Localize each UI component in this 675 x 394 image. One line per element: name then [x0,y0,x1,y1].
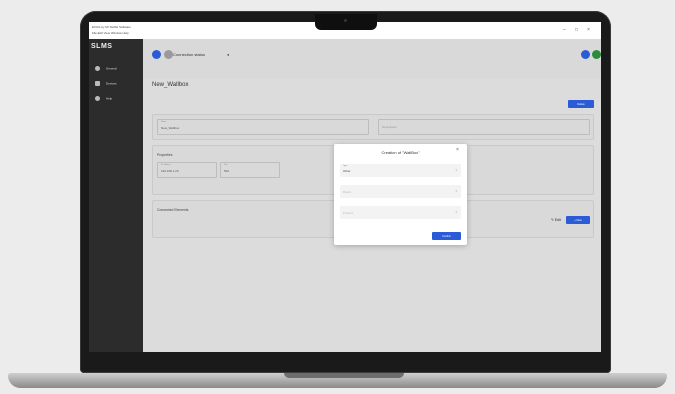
port-field[interactable]: Port 502 [220,162,280,178]
status-dot: ● [227,52,230,57]
sidebar-item-devices[interactable]: Devices [95,81,117,86]
brand-select[interactable]: Brand ▾ [340,185,461,198]
sidebar-item-general[interactable]: General [95,66,117,71]
grid-icon [95,81,100,86]
sidebar: SLMS General Devices Help [89,39,143,352]
product-select[interactable]: Product ▾ [340,206,461,219]
sidebar-item-label: Help [106,96,113,101]
sidebar-item-label: Devices [106,81,117,86]
new-button[interactable]: + New [566,216,590,224]
window-title: EVCG by Mr Stoffel Software [92,25,131,29]
properties-label: Properties [157,153,173,157]
camera-notch [315,14,377,30]
description-field[interactable]: Description [378,119,590,135]
top-bar: Connection status ● [143,39,601,79]
type-select[interactable]: Type Other ▾ [340,164,461,177]
name-field[interactable]: Name New_Wallbox [157,119,369,135]
dialog-title: Creation of "WallBox" [381,150,420,155]
menu-bar[interactable]: File Edit View Window Help [92,31,129,35]
main-content: Connection status ● New_Wallbox Delete N… [143,39,601,352]
connection-button[interactable] [592,50,601,59]
close-icon[interactable]: × [587,27,590,33]
refresh-button[interactable] [164,50,173,59]
sidebar-item-help[interactable]: Help [95,96,112,101]
minimize-icon[interactable]: – [563,27,566,33]
back-button[interactable] [152,50,161,59]
dialog-close-icon[interactable]: × [456,147,459,153]
page-title: New_Wallbox [152,82,189,88]
connected-elements-label: Connected Elements [157,208,189,212]
chevron-down-icon: ▾ [455,210,457,214]
chevron-down-icon: ▾ [455,189,457,193]
sidebar-item-label: General [106,66,117,71]
help-icon [95,96,100,101]
gear-icon [95,66,100,71]
confirm-button[interactable]: Confirm [432,232,461,240]
connection-status-label: Connection status [173,52,206,57]
maximize-icon[interactable]: □ [575,27,578,33]
delete-button[interactable]: Delete [568,100,594,108]
creation-dialog: Creation of "WallBox" × Type Other ▾ Bra… [334,144,467,245]
logo: SLMS [91,43,113,50]
name-panel: Name New_Wallbox Description [152,114,594,140]
ip-field[interactable]: IP address 192.168.1.20 [157,162,217,178]
edit-button[interactable]: ✎ Edit [551,218,561,222]
user-button[interactable] [581,50,590,59]
chevron-down-icon: ▾ [455,168,457,172]
camera-icon [344,19,347,22]
laptop-groove [284,373,404,378]
screen: EVCG by Mr Stoffel Software File Edit Vi… [89,22,601,352]
